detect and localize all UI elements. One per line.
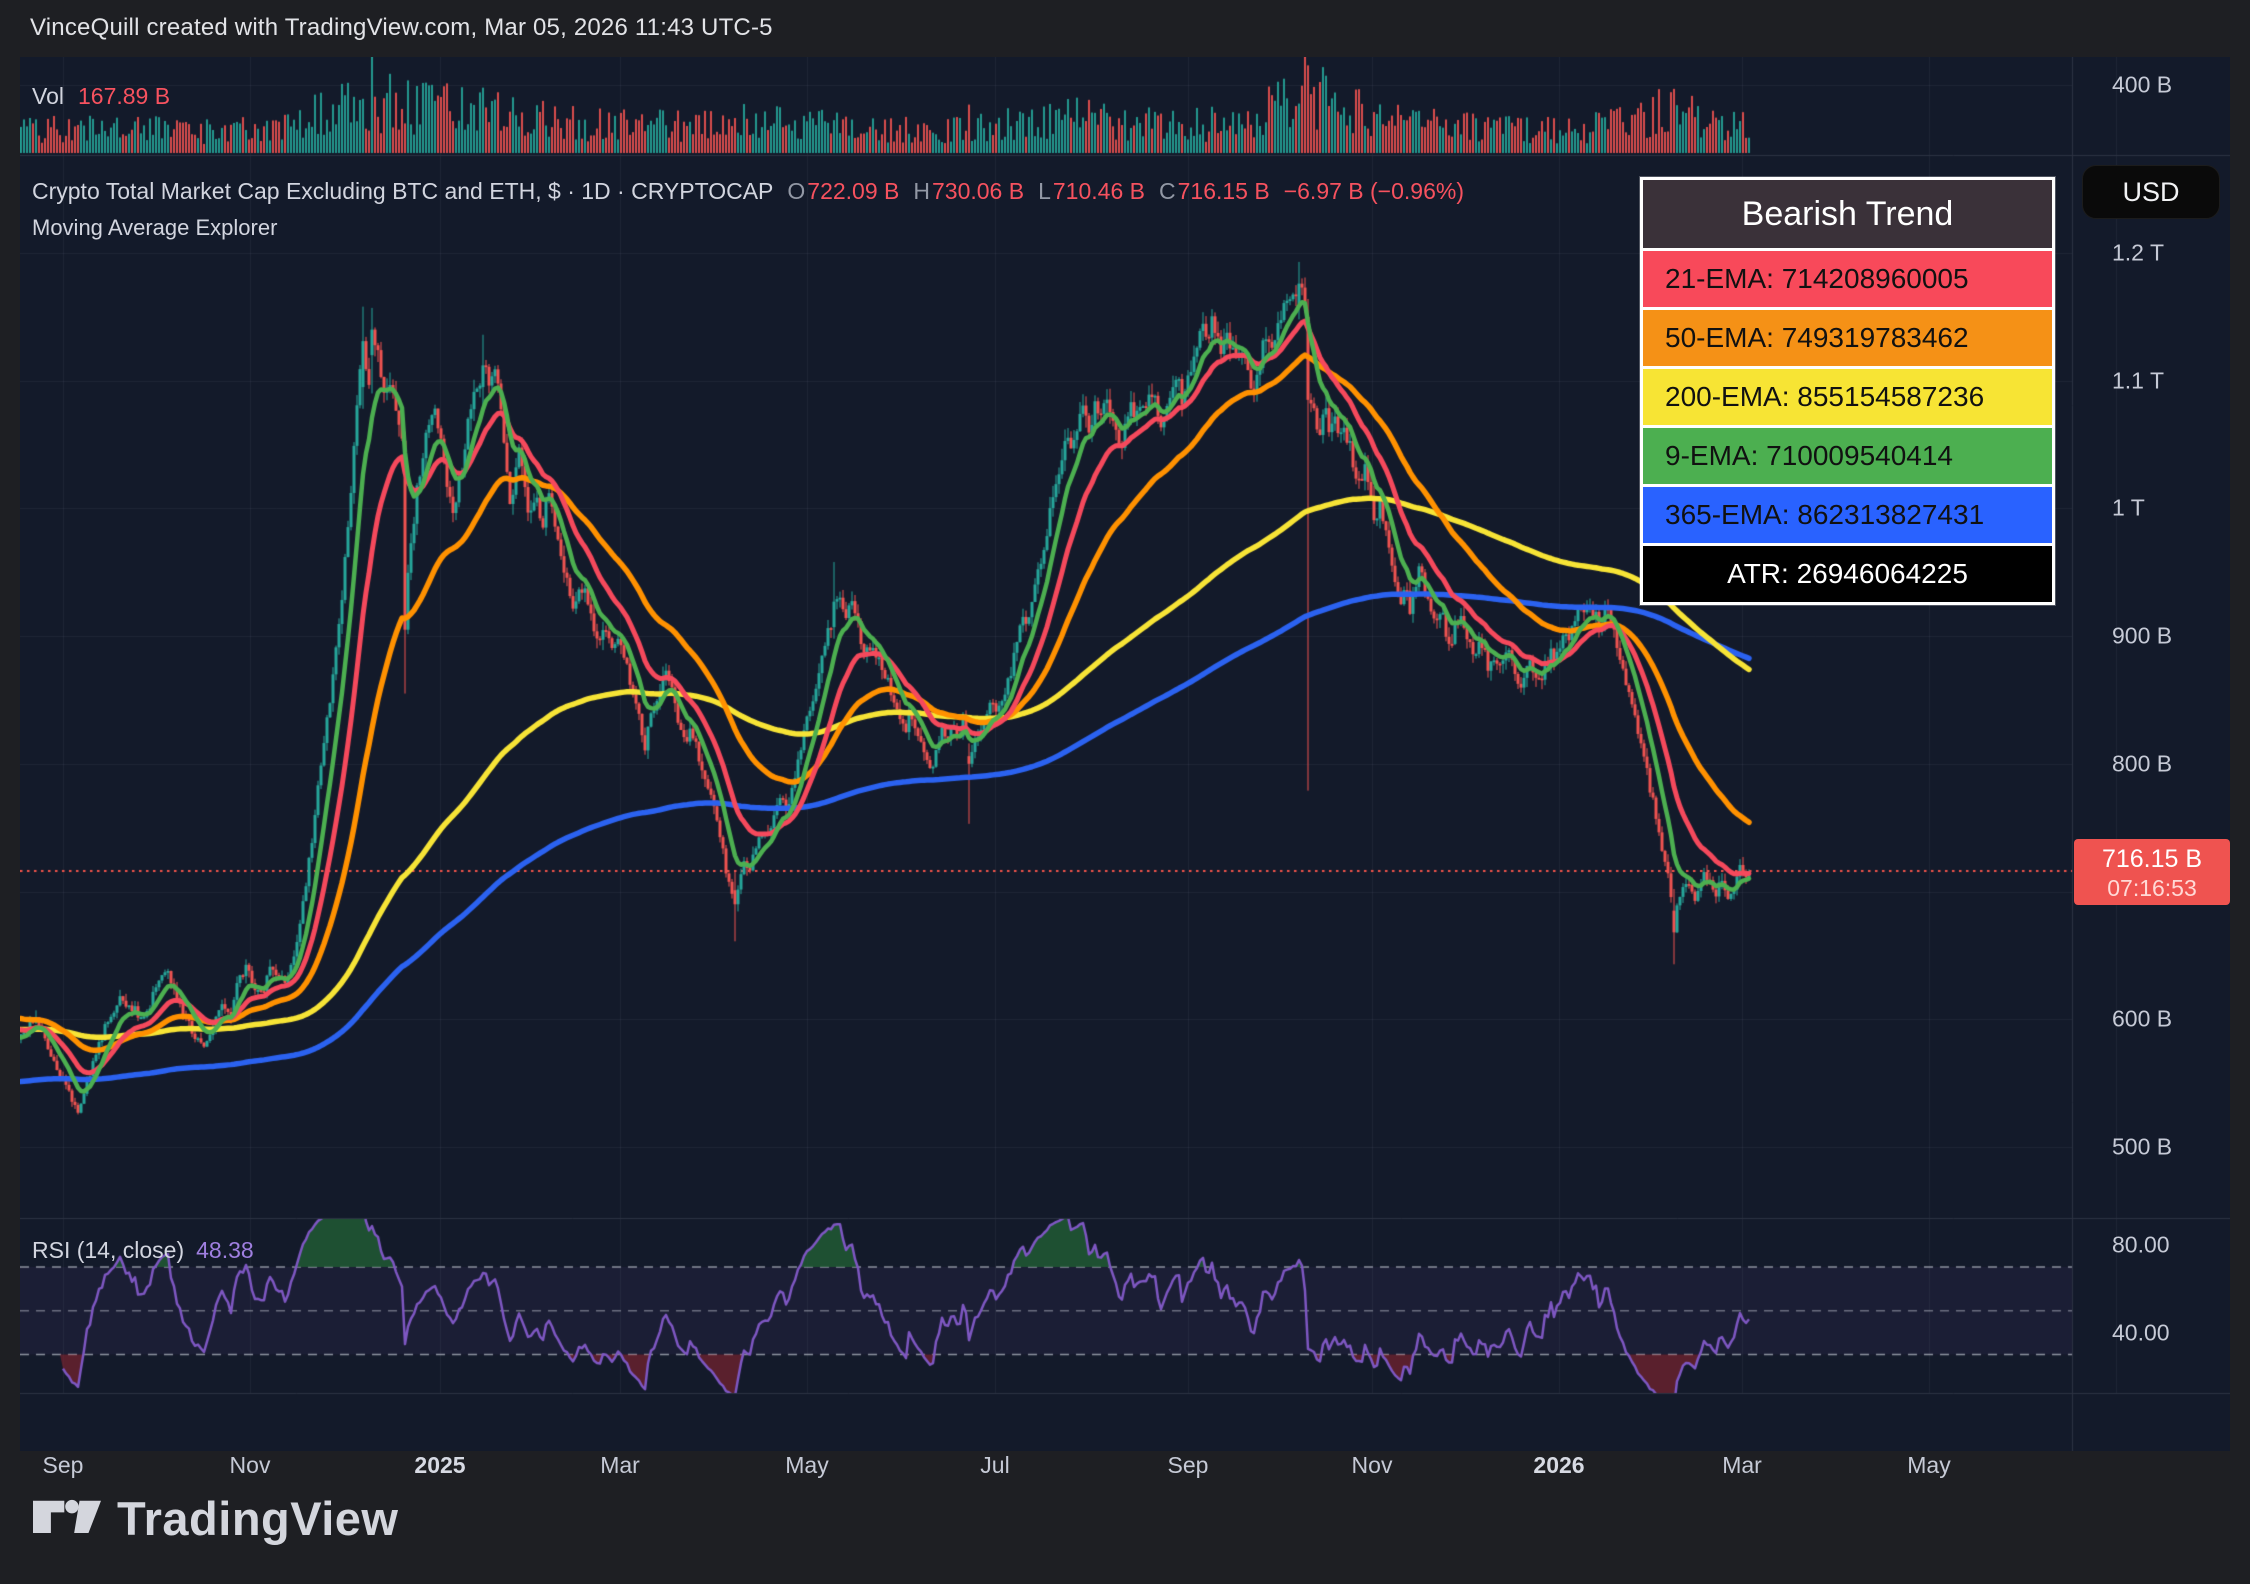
ohlc-key: C	[1159, 178, 1176, 204]
trend-legend-row: 21-EMA: 714208960005	[1643, 251, 2052, 307]
price-tick-label: 80.00	[2112, 1232, 2170, 1259]
rsi-value: 48.38	[196, 1237, 254, 1263]
price-tick-label: 600 B	[2112, 1006, 2172, 1033]
price-tick-label: 800 B	[2112, 750, 2172, 777]
trend-legend-row: 365-EMA: 862313827431	[1643, 487, 2052, 543]
currency-toggle-button[interactable]: USD	[2082, 165, 2220, 219]
ohlc-value: 710.46 B	[1053, 178, 1145, 204]
time-tick-label: May	[1907, 1452, 1950, 1479]
rsi-label: RSI (14, close)	[32, 1237, 184, 1263]
last-price-badge[interactable]: 716.15 B 07:16:53	[2074, 839, 2230, 905]
trend-legend-row: 9-EMA: 710009540414	[1643, 428, 2052, 484]
trend-legend-row: ATR: 26946064225	[1643, 546, 2052, 602]
tradingview-logo-icon[interactable]	[33, 1495, 101, 1542]
ohlc-key: O	[787, 178, 805, 204]
symbol-legend[interactable]: Crypto Total Market Cap Excluding BTC an…	[32, 178, 1464, 205]
indicator-title[interactable]: Moving Average Explorer	[32, 215, 277, 241]
ohlc-value: 722.09 B	[807, 178, 899, 204]
ohlc-values: O722.09 B H730.06 B L710.46 B C716.15 B	[773, 178, 1269, 204]
price-tick-label: 500 B	[2112, 1133, 2172, 1160]
time-tick-label: 2025	[414, 1452, 465, 1479]
trend-legend-row: 200-EMA: 855154587236	[1643, 369, 2052, 425]
time-tick-label: Nov	[1352, 1452, 1393, 1479]
price-tick-label: 40.00	[2112, 1319, 2170, 1346]
chart-widget[interactable]: Vol 167.89 B Crypto Total Market Cap Excl…	[20, 57, 2230, 1451]
tradingview-logo-text[interactable]: TradingView	[117, 1491, 399, 1546]
time-tick-label: 2026	[1533, 1452, 1584, 1479]
ohlc-value: 716.15 B	[1178, 178, 1270, 204]
time-tick-label: Sep	[43, 1452, 84, 1479]
ohlc-value: 730.06 B	[932, 178, 1024, 204]
price-tick-label: 1 T	[2112, 495, 2145, 522]
ohlc-key: L	[1038, 178, 1051, 204]
price-tick-label: 900 B	[2112, 623, 2172, 650]
change-value: −6.97 B (−0.96%)	[1284, 178, 1464, 204]
attribution-text: VinceQuill created with TradingView.com,…	[30, 14, 773, 42]
time-tick-label: Jul	[980, 1452, 1009, 1479]
time-tick-label: Mar	[1722, 1452, 1762, 1479]
time-tick-label: Nov	[230, 1452, 271, 1479]
price-tick-label: 400 B	[2112, 72, 2172, 99]
time-tick-label: May	[785, 1452, 828, 1479]
price-tick-label: 1.1 T	[2112, 367, 2164, 394]
price-tick-label: 1.2 T	[2112, 240, 2164, 267]
trend-legend-rows: 21-EMA: 71420896000550-EMA: 749319783462…	[1643, 251, 2052, 602]
footer: TradingView	[33, 1488, 399, 1548]
trend-legend-title: Bearish Trend	[1643, 180, 2052, 248]
last-price-value: 716.15 B	[2074, 845, 2230, 874]
trend-legend-box: Bearish Trend 21-EMA: 71420896000550-EMA…	[1640, 177, 2055, 605]
symbol-title[interactable]: Crypto Total Market Cap Excluding BTC an…	[32, 178, 773, 204]
volume-label: Vol	[32, 83, 64, 109]
bar-countdown: 07:16:53	[2074, 875, 2230, 902]
volume-indicator-legend[interactable]: Vol 167.89 B	[32, 83, 170, 110]
rsi-indicator-legend[interactable]: RSI (14, close) 48.38	[32, 1237, 254, 1264]
ohlc-key: H	[913, 178, 930, 204]
trend-legend-row: 50-EMA: 749319783462	[1643, 310, 2052, 366]
attribution-bar: VinceQuill created with TradingView.com,…	[0, 0, 2250, 57]
time-tick-label: Mar	[600, 1452, 640, 1479]
volume-value: 167.89 B	[78, 83, 170, 109]
time-tick-label: Sep	[1168, 1452, 1209, 1479]
